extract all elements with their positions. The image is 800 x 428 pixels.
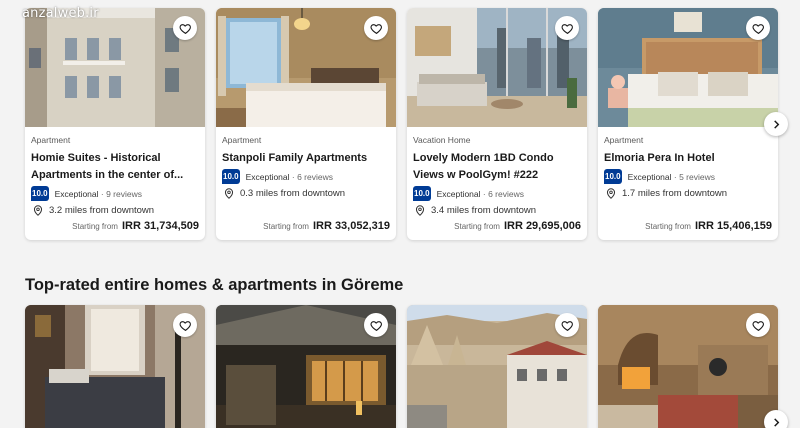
distance-text: 3.4 miles from downtown [431, 205, 537, 216]
review-count: · 6 reviews [482, 188, 524, 199]
map-pin-icon [606, 188, 616, 199]
property-card[interactable]: Apartment Stanpoli Family Apartments 10.… [216, 8, 396, 240]
review-count: · 6 reviews [291, 171, 333, 182]
heart-icon [561, 320, 573, 331]
rating: 10.0 Exceptional · 6 reviews [222, 169, 390, 184]
favorite-button[interactable] [173, 313, 197, 337]
favorite-button[interactable] [746, 16, 770, 40]
property-name[interactable]: Homie Suites - Historical Apartments in … [31, 150, 199, 184]
carousel-next-button[interactable] [764, 112, 788, 136]
price: Starting from IRR 31,734,509 [72, 220, 199, 232]
property-photo[interactable] [598, 305, 778, 428]
heart-icon [370, 23, 382, 34]
favorite-button[interactable] [364, 16, 388, 40]
chevron-right-icon [773, 119, 779, 129]
price: Starting from IRR 33,052,319 [263, 220, 390, 232]
review-count: · 5 reviews [673, 171, 715, 182]
rating: 10.0 Exceptional · 6 reviews [413, 186, 581, 201]
score-badge: 10.0 [413, 186, 431, 201]
location: 0.3 miles from downtown [222, 188, 390, 199]
property-photo[interactable] [407, 305, 587, 428]
price-label: Starting from [263, 222, 309, 231]
section-title: Top-rated entire homes & apartments in G… [25, 276, 404, 294]
price-value: IRR 33,052,319 [312, 220, 390, 232]
price-value: IRR 15,406,159 [694, 220, 772, 232]
price-label: Starting from [645, 222, 691, 231]
property-photo[interactable] [25, 8, 205, 127]
price-value: IRR 31,734,509 [121, 220, 199, 232]
property-type: Apartment [604, 135, 644, 145]
heart-icon [179, 320, 191, 331]
distance-text: 0.3 miles from downtown [240, 188, 346, 199]
heart-icon [179, 23, 191, 34]
price: Starting from IRR 15,406,159 [645, 220, 772, 232]
rating-word: Exceptional [54, 188, 99, 199]
property-card[interactable]: Apartment Elmoria Pera In Hotel 10.0 Exc… [598, 8, 778, 240]
property-name[interactable]: Lovely Modern 1BD Condo Views w PoolGym!… [413, 150, 581, 184]
property-photo[interactable] [407, 8, 587, 127]
watermark: anzalweb.ir [22, 6, 99, 21]
price-value: IRR 29,695,006 [503, 220, 581, 232]
score-badge: 10.0 [604, 169, 622, 184]
property-photo[interactable] [25, 305, 205, 428]
property-card[interactable] [25, 305, 205, 428]
score-badge: 10.0 [222, 169, 240, 184]
property-card[interactable]: Apartment Homie Suites - Historical Apar… [25, 8, 205, 240]
favorite-button[interactable] [364, 313, 388, 337]
heart-icon [752, 23, 764, 34]
heart-icon [752, 320, 764, 331]
property-card[interactable]: Vacation Home Lovely Modern 1BD Condo Vi… [407, 8, 587, 240]
property-type: Vacation Home [413, 135, 471, 145]
property-type: Apartment [31, 135, 71, 145]
favorite-button[interactable] [746, 313, 770, 337]
price-label: Starting from [72, 222, 118, 231]
score-badge: 10.0 [31, 186, 49, 201]
property-card[interactable] [407, 305, 587, 428]
rating: 10.0 Exceptional · 9 reviews [31, 186, 199, 201]
heart-icon [561, 23, 573, 34]
property-name[interactable]: Stanpoli Family Apartments [222, 150, 390, 167]
rating-word: Exceptional [245, 171, 290, 182]
property-photo[interactable] [216, 305, 396, 428]
price-label: Starting from [454, 222, 500, 231]
chevron-right-icon [773, 417, 779, 427]
property-carousel-top: Apartment Homie Suites - Historical Apar… [25, 8, 778, 240]
price: Starting from IRR 29,695,006 [454, 220, 581, 232]
rating-word: Exceptional [627, 171, 672, 182]
map-pin-icon [415, 205, 425, 216]
property-card[interactable] [216, 305, 396, 428]
distance-text: 3.2 miles from downtown [49, 205, 155, 216]
location: 3.2 miles from downtown [31, 205, 199, 216]
property-type: Apartment [222, 135, 262, 145]
property-photo[interactable] [216, 8, 396, 127]
carousel-next-button[interactable] [764, 410, 788, 428]
property-card[interactable] [598, 305, 778, 428]
map-pin-icon [224, 188, 234, 199]
favorite-button[interactable] [173, 16, 197, 40]
map-pin-icon [33, 205, 43, 216]
distance-text: 1.7 miles from downtown [622, 188, 728, 199]
favorite-button[interactable] [555, 313, 579, 337]
heart-icon [370, 320, 382, 331]
location: 3.4 miles from downtown [413, 205, 581, 216]
rating: 10.0 Exceptional · 5 reviews [604, 169, 772, 184]
review-count: · 9 reviews [100, 188, 142, 199]
property-photo[interactable] [598, 8, 778, 127]
property-name[interactable]: Elmoria Pera In Hotel [604, 150, 772, 167]
location: 1.7 miles from downtown [604, 188, 772, 199]
rating-word: Exceptional [436, 188, 481, 199]
favorite-button[interactable] [555, 16, 579, 40]
property-carousel-goreme [25, 305, 778, 428]
